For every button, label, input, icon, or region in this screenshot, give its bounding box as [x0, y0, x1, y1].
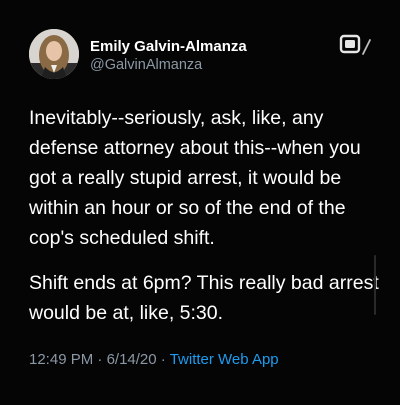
tweet-metadata: 12:49 PM · 6/14/20 · Twitter Web App: [29, 350, 279, 370]
tweet-time[interactable]: 12:49 PM: [29, 351, 93, 368]
display-name[interactable]: Emily Galvin-Almanza: [90, 37, 247, 56]
tweet-text-paragraph-2: Shift ends at 6pm? This really bad arres…: [29, 272, 379, 324]
user-handle[interactable]: @GalvinAlmanza: [90, 56, 247, 75]
scrollbar[interactable]: [374, 255, 376, 315]
profile-photo: [29, 29, 79, 79]
avatar[interactable]: [29, 29, 79, 79]
author-block: Emily Galvin-Almanza @GalvinAlmanza: [90, 37, 247, 75]
tweet-date[interactable]: 6/14/20: [107, 351, 157, 368]
tweet-card: Emily Galvin-Almanza @GalvinAlmanza Inev…: [0, 0, 400, 405]
meta-separator: ·: [160, 351, 166, 368]
share-icon[interactable]: [336, 34, 374, 60]
meta-separator: ·: [97, 351, 103, 368]
tweet-text-paragraph-1: Inevitably--seriously, ask, like, any de…: [29, 107, 361, 249]
tweet-source[interactable]: Twitter Web App: [170, 351, 279, 368]
